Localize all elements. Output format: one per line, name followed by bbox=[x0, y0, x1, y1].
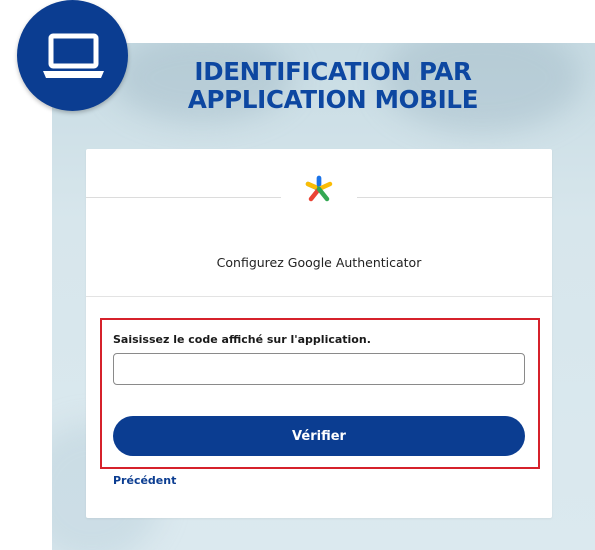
verify-button[interactable]: Vérifier bbox=[113, 416, 525, 456]
previous-link[interactable]: Précédent bbox=[113, 474, 176, 487]
code-field-label: Saisissez le code affiché sur l'applicat… bbox=[113, 333, 371, 346]
laptop-badge bbox=[17, 0, 128, 111]
setup-title: Configurez Google Authenticator bbox=[216, 255, 422, 270]
page-title-line-2: APPLICATION MOBILE bbox=[187, 85, 479, 114]
code-input[interactable] bbox=[113, 353, 525, 385]
laptop-icon bbox=[43, 33, 104, 78]
card-divider bbox=[86, 296, 552, 297]
google-authenticator-icon bbox=[305, 175, 333, 202]
logo-row bbox=[86, 149, 552, 249]
logo-divider-right bbox=[357, 197, 552, 198]
page-title-line-1: IDENTIFICATION PAR bbox=[194, 57, 472, 86]
logo-divider-left bbox=[86, 197, 281, 198]
page-title: IDENTIFICATION PAR APPLICATION MOBILE bbox=[146, 58, 520, 114]
